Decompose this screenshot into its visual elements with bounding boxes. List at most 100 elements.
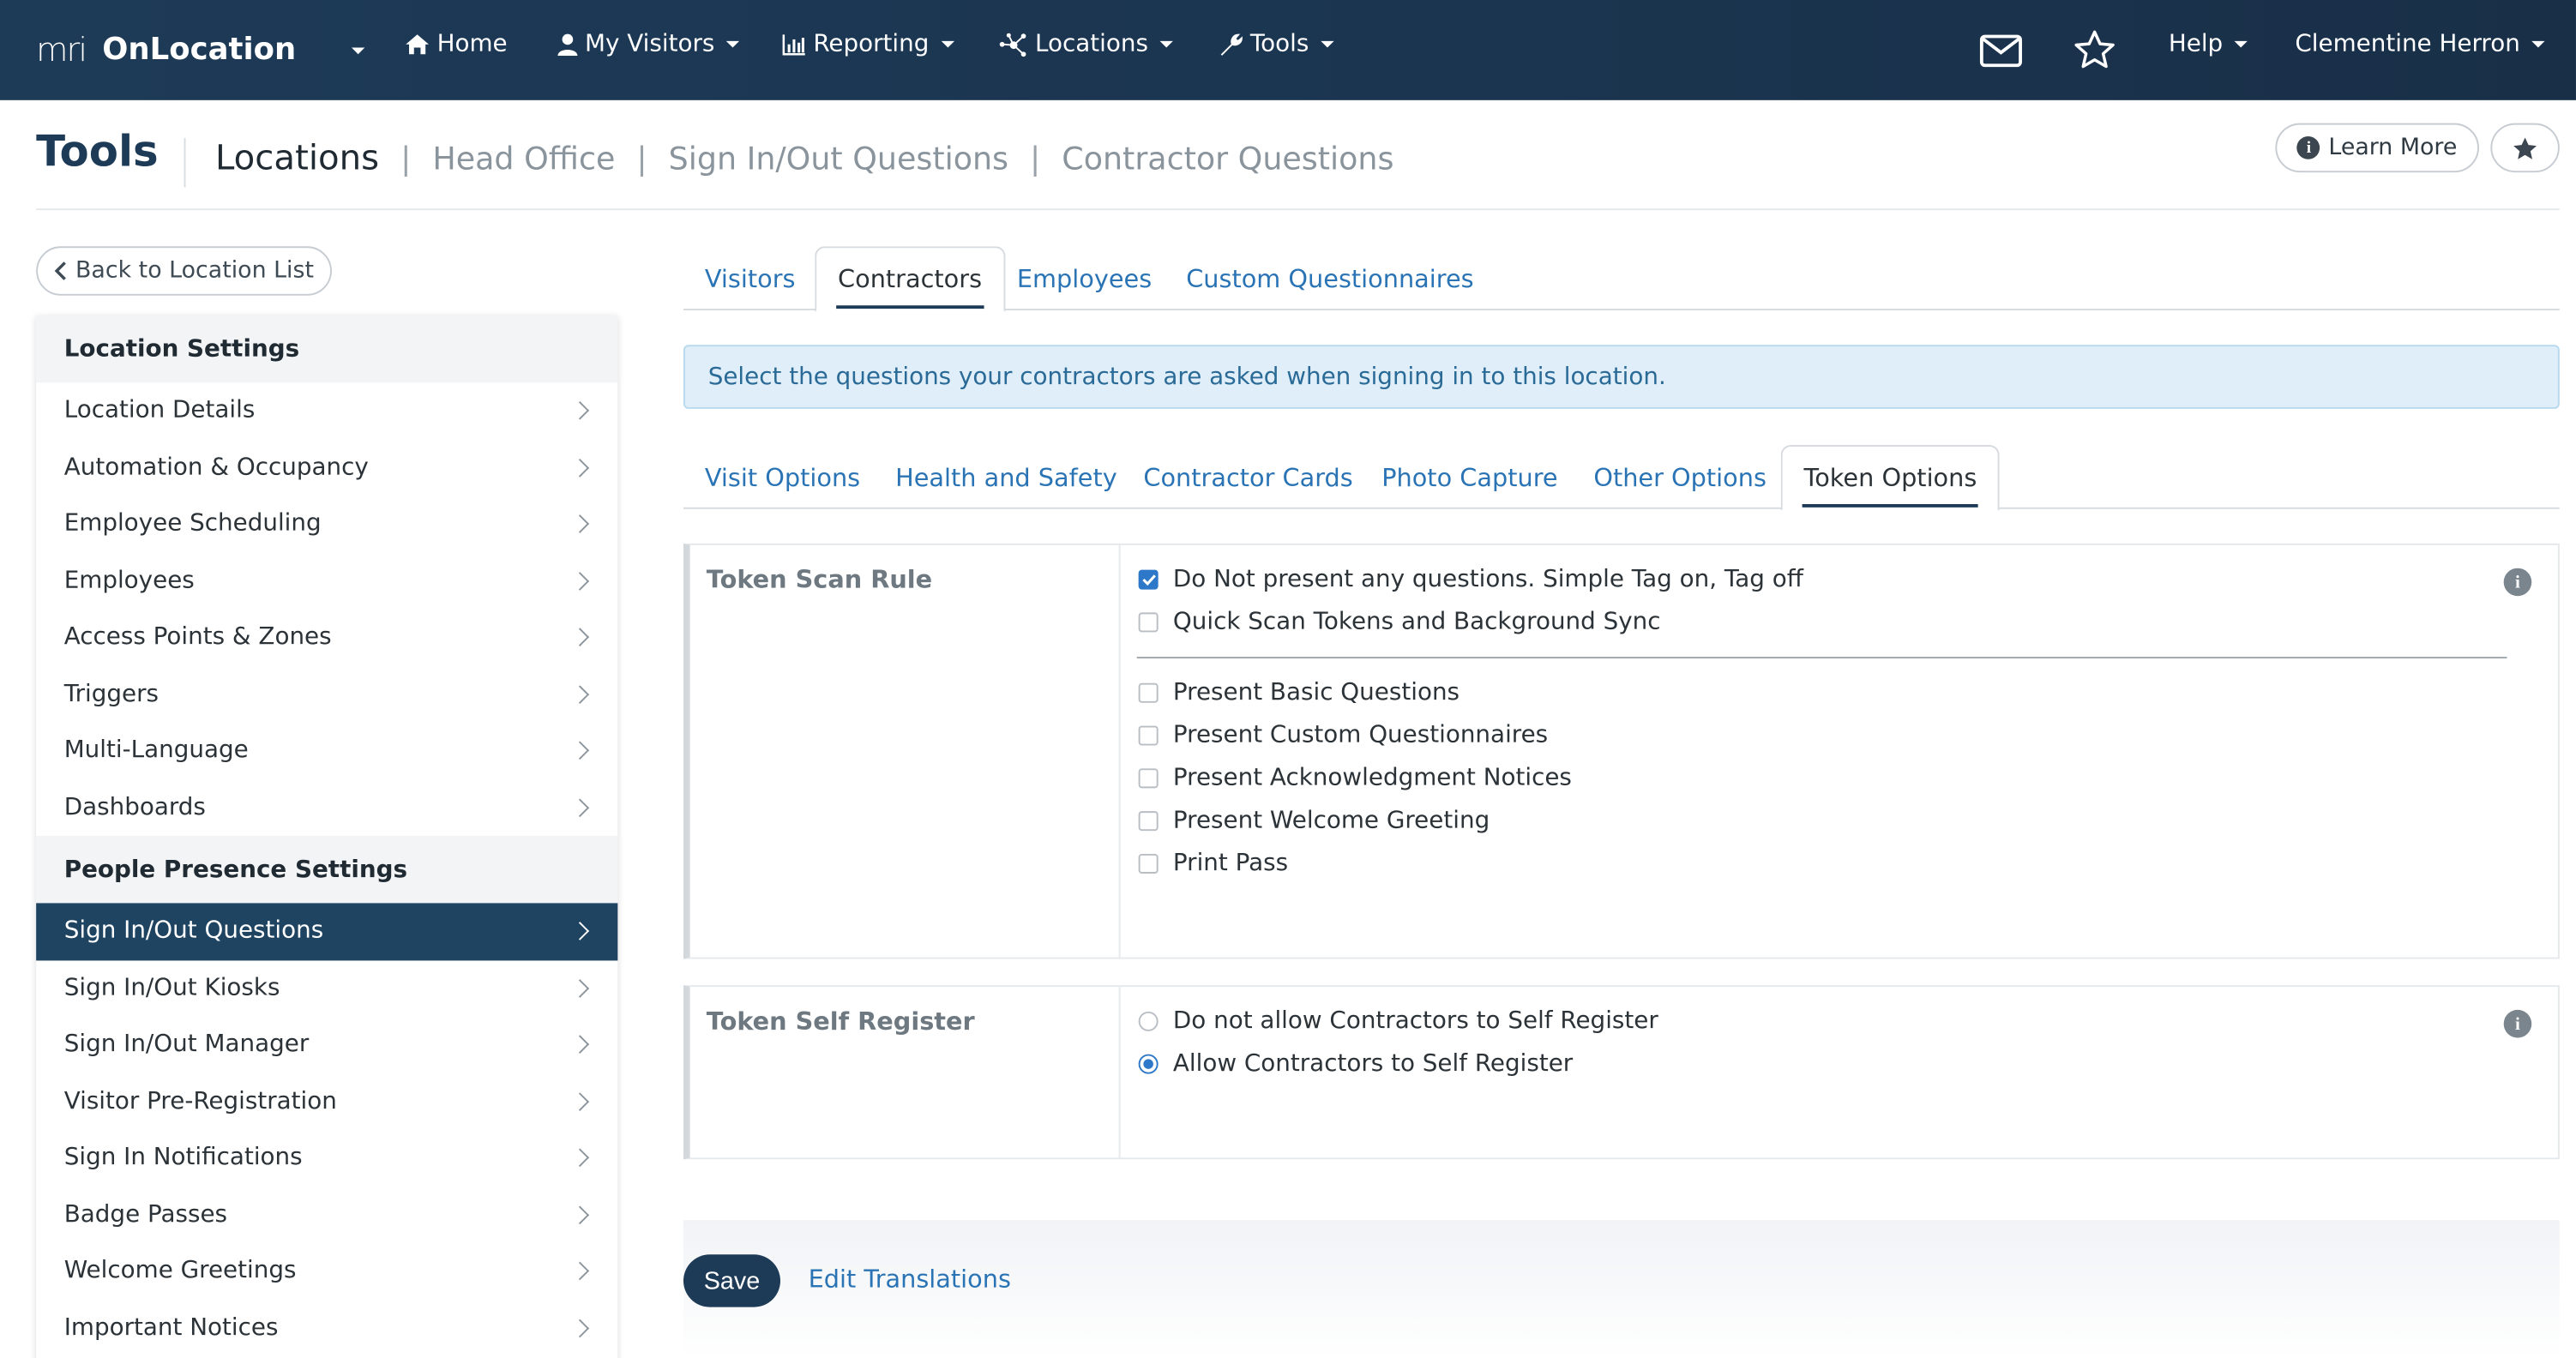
tab-contractors[interactable]: Contractors [815, 246, 1005, 312]
nav-tools-label: Tools [1249, 31, 1309, 58]
nav-reporting[interactable]: Reporting [782, 31, 954, 57]
back-to-location-list-button[interactable]: Back to Location List [36, 246, 332, 296]
chevron-down-icon [1320, 40, 1334, 48]
checkbox[interactable] [1138, 725, 1159, 746]
chevron-down-icon [2531, 40, 2545, 48]
option-label: Quick Scan Tokens and Background Sync [1172, 609, 1661, 636]
sidebar-item-sign-in-out-manager[interactable]: Sign In/Out Manager [36, 1017, 617, 1073]
tab-visitors[interactable]: Visitors [683, 246, 816, 310]
nav-home-label: Home [436, 31, 508, 58]
option-present-basic-questions[interactable]: Present Basic Questions [1138, 680, 1460, 706]
chevron-right-icon [570, 684, 590, 704]
option-do-not-allow-self-register[interactable]: Do not allow Contractors to Self Registe… [1138, 1008, 1658, 1035]
chevron-right-icon [570, 1262, 590, 1281]
option-quick-scan-tokens[interactable]: Quick Scan Tokens and Background Sync [1138, 609, 1661, 636]
sidebar-item-sign-in-out-kiosks[interactable]: Sign In/Out Kiosks [36, 959, 617, 1016]
sidebar-item-employee-scheduling[interactable]: Employee Scheduling [36, 496, 617, 552]
option-allow-self-register[interactable]: Allow Contractors to Self Register [1138, 1051, 1573, 1077]
nav-tools[interactable]: Tools [1219, 31, 1334, 57]
subtab-contractor-cards[interactable]: Contractor Cards [1122, 445, 1374, 509]
option-do-not-present-questions[interactable]: Do Not present any questions. Simple Tag… [1138, 566, 1803, 593]
option-label: Present Welcome Greeting [1172, 808, 1490, 834]
info-icon[interactable]: i [2503, 1009, 2532, 1038]
tab-employees[interactable]: Employees [996, 246, 1173, 310]
chevron-down-icon [2234, 40, 2248, 48]
sidebar-item-location-details[interactable]: Location Details [36, 382, 617, 439]
chevron-right-icon [570, 1035, 590, 1055]
info-icon[interactable]: i [2503, 568, 2532, 597]
subtab-visit-options[interactable]: Visit Options [683, 445, 882, 509]
nav-help[interactable]: Help [2169, 31, 2248, 57]
logo-mark: mri [36, 29, 87, 69]
checkbox[interactable] [1138, 811, 1159, 832]
option-label: Do Not present any questions. Simple Tag… [1172, 566, 1803, 593]
tab-custom-questionnaires[interactable]: Custom Questionnaires [1165, 246, 1495, 310]
sidebar-item-dashboards[interactable]: Dashboards [36, 779, 617, 836]
subtab-photo-capture[interactable]: Photo Capture [1360, 445, 1579, 509]
sidebar-item-visitor-pre-registration[interactable]: Visitor Pre-Registration [36, 1073, 617, 1130]
checkbox[interactable] [1138, 768, 1159, 789]
option-present-acknowledgment-notices[interactable]: Present Acknowledgment Notices [1138, 766, 1572, 791]
options-separator [1136, 657, 2507, 659]
nav-user-menu[interactable]: Clementine Herron [2295, 31, 2545, 57]
sidebar-item-employees[interactable]: Employees [36, 552, 617, 609]
save-button[interactable]: Save [683, 1254, 781, 1307]
radio-button[interactable] [1138, 1011, 1159, 1031]
star-icon[interactable] [2073, 29, 2116, 70]
app-logo[interactable]: mri OnLocation [36, 29, 296, 69]
breadcrumb-locations[interactable]: Locations [215, 138, 379, 177]
checkbox-checked[interactable] [1138, 569, 1159, 590]
radio-button-selected[interactable] [1138, 1054, 1159, 1074]
nav-home[interactable]: Home [404, 31, 508, 58]
checkbox[interactable] [1138, 682, 1159, 703]
app-switcher-caret-icon[interactable] [351, 47, 365, 55]
breadcrumb-separator: | [400, 141, 412, 177]
breadcrumb-sign-in-out-questions[interactable]: Sign In/Out Questions [669, 141, 1008, 177]
sidebar-item-label: Dashboards [63, 794, 206, 821]
nav-locations[interactable]: Locations [999, 31, 1173, 57]
token-scan-rule-label: Token Scan Rule [706, 564, 933, 595]
sidebar-item-label: Automation & Occupancy [63, 454, 369, 481]
checkbox[interactable] [1138, 853, 1159, 874]
chevron-right-icon [570, 1319, 590, 1337]
learn-more-label: Learn More [2328, 135, 2458, 161]
sidebar-item-triggers[interactable]: Triggers [36, 666, 617, 723]
chevron-right-icon [570, 458, 590, 478]
token-self-register-label: Token Self Register [706, 1006, 975, 1037]
option-present-welcome-greeting[interactable]: Present Welcome Greeting [1138, 808, 1490, 834]
option-present-custom-questionnaires[interactable]: Present Custom Questionnaires [1138, 723, 1548, 748]
sidebar-item-welcome-greetings[interactable]: Welcome Greetings [36, 1243, 617, 1300]
panel-divider [1118, 987, 1121, 1158]
sidebar-item-label: Sign In/Out Questions [63, 918, 324, 945]
bar-chart-icon [782, 33, 805, 55]
settings-sidebar: Location Settings Location Details Autom… [36, 315, 618, 1358]
learn-more-button[interactable]: i Learn More [2275, 123, 2479, 173]
panel-divider [1118, 544, 1121, 958]
sidebar-item-automation-occupancy[interactable]: Automation & Occupancy [36, 439, 617, 496]
subtab-other-options[interactable]: Other Options [1572, 445, 1787, 509]
sidebar-item-label: Important Notices [63, 1314, 279, 1342]
sidebar-item-multi-language[interactable]: Multi-Language [36, 723, 617, 779]
subtab-health-and-safety[interactable]: Health and Safety [874, 445, 1138, 509]
header-rule [36, 208, 2560, 211]
star-filled-icon [2513, 136, 2537, 159]
favorite-button[interactable] [2490, 123, 2560, 173]
checkbox[interactable] [1138, 612, 1159, 633]
sidebar-item-important-notices[interactable]: Important Notices [36, 1300, 617, 1356]
user-icon [557, 33, 578, 57]
sidebar-item-badge-passes[interactable]: Badge Passes [36, 1187, 617, 1243]
option-print-pass[interactable]: Print Pass [1138, 850, 1288, 877]
chevron-right-icon [570, 1091, 590, 1111]
chevron-right-icon [570, 571, 590, 591]
sidebar-item-sign-in-out-questions[interactable]: Sign In/Out Questions [36, 903, 618, 960]
edit-translations-link[interactable]: Edit Translations [809, 1265, 1011, 1294]
breadcrumb-head-office[interactable]: Head Office [432, 141, 615, 177]
nav-my-visitors[interactable]: My Visitors [557, 31, 740, 57]
sidebar-item-sign-in-notifications[interactable]: Sign In Notifications [36, 1130, 617, 1187]
token-scan-rule-panel: Token Scan Rule Do Not present any quest… [683, 543, 2560, 959]
breadcrumb-separator: | [1030, 141, 1041, 177]
sidebar-item-label: Visitor Pre-Registration [63, 1088, 337, 1115]
sidebar-item-access-points-zones[interactable]: Access Points & Zones [36, 610, 617, 666]
subtab-token-options[interactable]: Token Options [1780, 445, 2001, 511]
mail-icon[interactable] [1979, 34, 2023, 68]
